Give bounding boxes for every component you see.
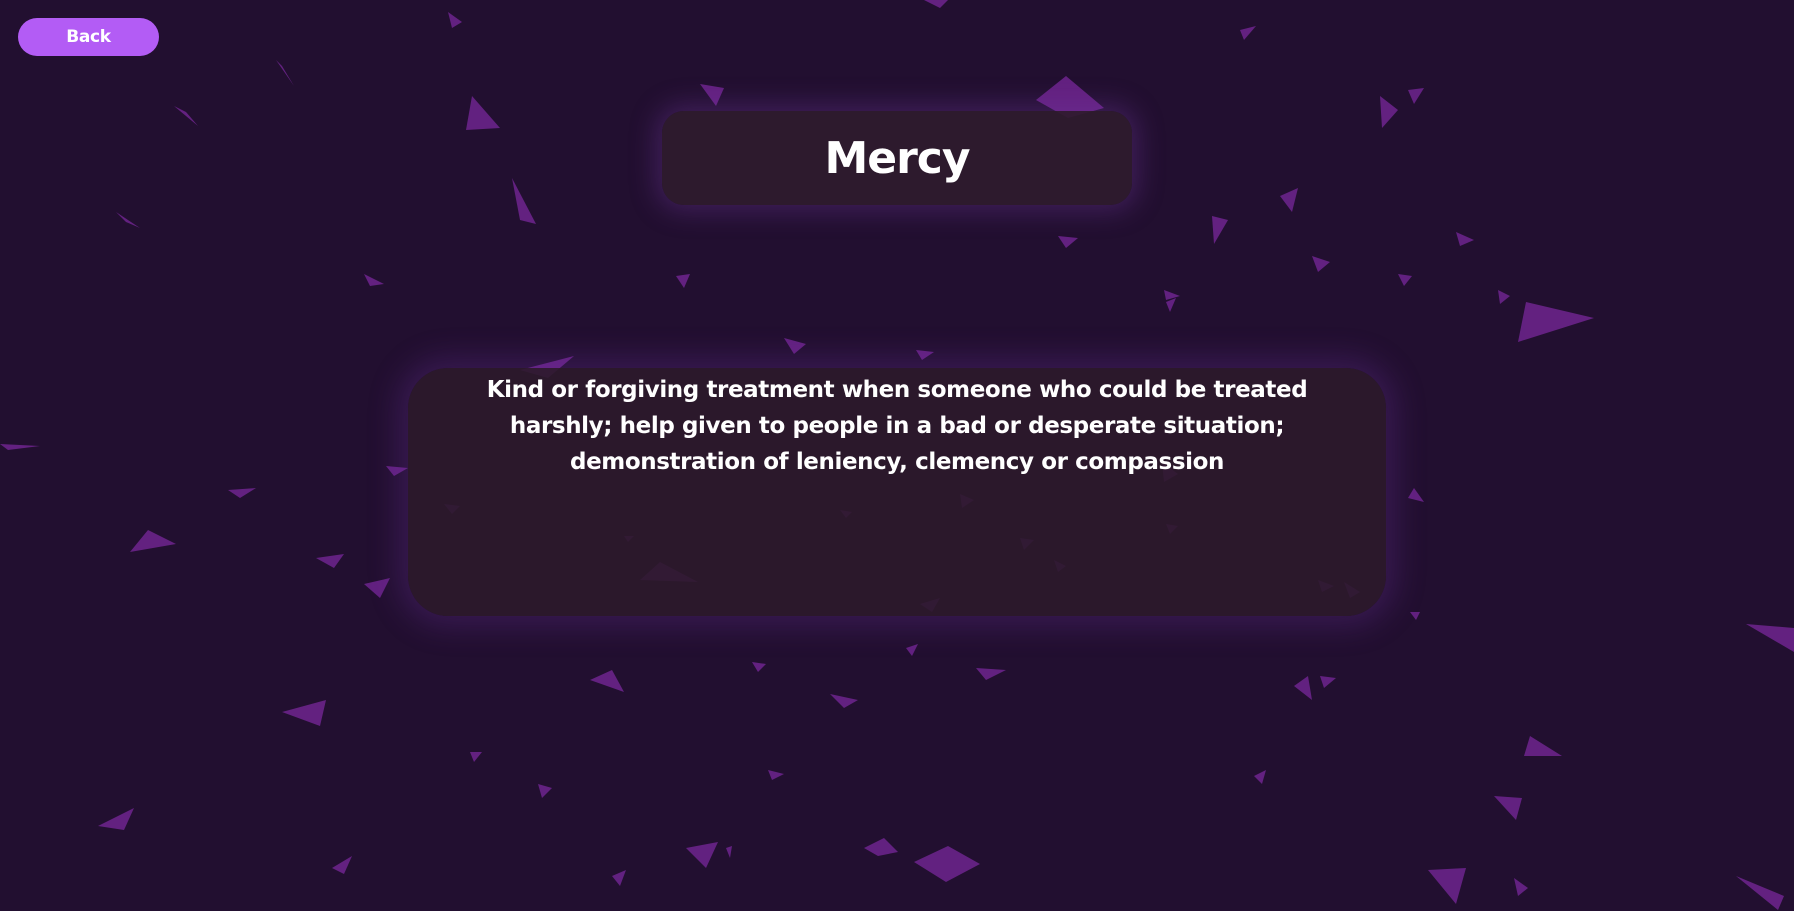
confetti-shard-icon [1294,676,1312,700]
confetti-shard-icon [612,870,626,886]
confetti-shard-icon [1410,612,1420,620]
confetti-shard-icon [686,842,718,868]
definition-text: Kind or forgiving treatment when someone… [486,377,1308,475]
confetti-shard-icon [282,700,326,726]
game-screen: Back Mercy Kind or forgiving treatment w… [0,0,1794,911]
confetti-shard-icon [1428,868,1466,904]
confetti-shard-icon [1524,736,1562,756]
confetti-shard-icon [1254,770,1266,784]
confetti-shard-icon [364,274,384,286]
confetti-shard-icon [512,178,536,224]
confetti-shard-icon [538,784,552,798]
confetti-shard-icon [448,12,462,28]
confetti-shard-icon [924,0,948,8]
confetti-shard-icon [1514,878,1528,896]
confetti-shard-icon [1212,216,1228,244]
confetti-shard-icon [590,670,624,692]
back-button[interactable]: Back [18,18,159,56]
confetti-shard-icon [784,338,806,354]
confetti-shard-icon [1456,232,1474,246]
confetti-shard-icon [466,96,500,130]
confetti-shard-icon [1408,488,1424,502]
confetti-shard-icon [1166,298,1176,312]
confetti-shard-icon [470,752,482,762]
confetti-shard-icon [0,444,40,450]
confetti-shard-icon [1518,302,1594,342]
confetti-shard-icon [1380,96,1398,128]
confetti-shard-icon [98,808,134,830]
word-title: Mercy [824,132,970,184]
confetti-shard-icon [1312,256,1330,272]
confetti-shard-icon [174,106,198,126]
confetti-shard-icon [906,644,918,656]
confetti-shard-icon [386,466,408,476]
confetti-shard-icon [676,274,690,288]
confetti-shard-icon [1494,796,1522,820]
confetti-shard-icon [1320,676,1336,688]
confetti-shard-icon [1240,26,1256,40]
confetti-shard-icon [228,488,256,498]
confetti-shard-icon [130,530,176,552]
definition-card: Kind or forgiving treatment when someone… [408,368,1386,616]
confetti-shard-icon [364,578,390,598]
confetti-shard-icon [1746,624,1794,652]
confetti-shard-icon [752,662,766,672]
confetti-shard-icon [1736,876,1784,910]
confetti-shard-icon [1280,188,1298,212]
word-title-card: Mercy [662,111,1132,205]
confetti-shard-icon [864,838,898,856]
confetti-shard-icon [700,84,724,106]
confetti-shard-icon [116,212,140,228]
confetti-shard-icon [316,554,344,568]
confetti-shard-icon [1498,290,1510,304]
confetti-shard-icon [726,846,732,858]
confetti-shard-icon [1408,88,1424,104]
confetti-shard-icon [976,668,1006,680]
confetti-shard-icon [1164,290,1180,300]
confetti-shard-icon [914,846,980,882]
confetti-shard-icon [332,856,352,874]
confetti-shard-icon [276,60,294,86]
confetti-shard-icon [1058,236,1078,248]
confetti-shard-icon [1398,274,1412,286]
confetti-shard-icon [916,350,934,360]
confetti-shard-icon [768,770,784,780]
confetti-shard-icon [830,694,858,708]
